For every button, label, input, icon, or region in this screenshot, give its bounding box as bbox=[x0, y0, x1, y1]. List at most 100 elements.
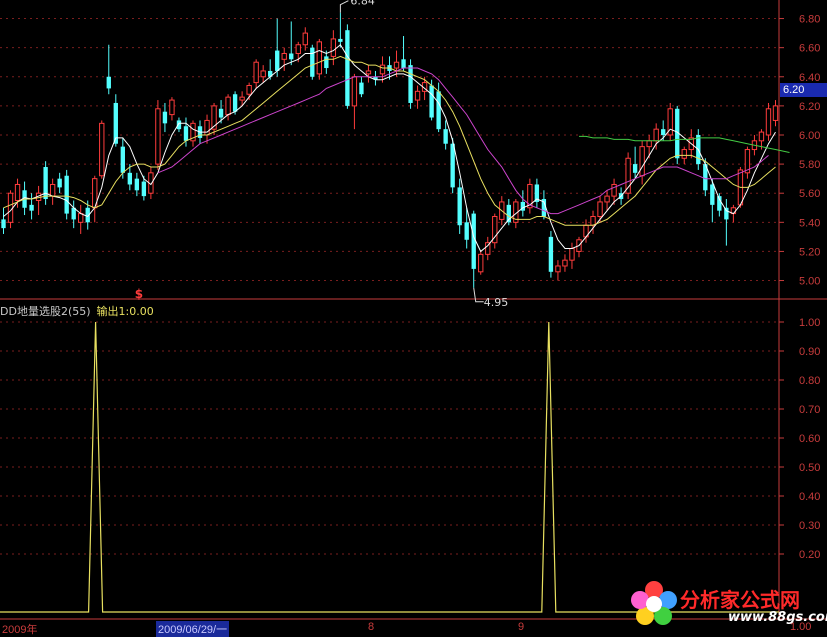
date-label-cursor[interactable]: 2009/06/29/一 bbox=[156, 621, 230, 637]
candle-body-up bbox=[78, 213, 84, 223]
candle-body-up bbox=[639, 146, 645, 177]
indicator-tick-label: 1.00 bbox=[799, 317, 820, 329]
candle-body-up bbox=[681, 149, 687, 159]
candle-body-up bbox=[169, 99, 175, 116]
price-tick-label: 6.80 bbox=[799, 14, 820, 26]
candle-body-down bbox=[408, 65, 413, 103]
price-tick-label: 5.40 bbox=[799, 217, 820, 229]
price-tick-label: 5.60 bbox=[799, 188, 820, 200]
candle-body-up bbox=[253, 61, 259, 84]
candle-body-up bbox=[765, 108, 772, 136]
site-logo: 分析家公式网 www.88gs.com bbox=[628, 578, 827, 630]
candle-body-down bbox=[548, 236, 554, 272]
indicator-tick-label: 0.90 bbox=[799, 346, 820, 358]
candle-body-down bbox=[436, 91, 441, 130]
candle-body-up bbox=[281, 52, 287, 60]
candle-body-down bbox=[289, 53, 294, 60]
price-tick-label: 5.80 bbox=[799, 159, 820, 171]
candle-body-up bbox=[590, 215, 596, 226]
date-label-8: 8 bbox=[368, 621, 375, 633]
signal-marker: $ bbox=[135, 287, 143, 301]
indicator-tick-label: 0.20 bbox=[799, 549, 820, 561]
candle-body-up bbox=[295, 44, 301, 54]
candle-body-down bbox=[176, 120, 182, 130]
price-tick-label: 6.20 bbox=[799, 101, 820, 113]
indicator-tick-label: 0.40 bbox=[799, 491, 820, 503]
candle-body-up bbox=[239, 96, 245, 101]
candle-body-down bbox=[632, 164, 638, 173]
flower-logo-icon bbox=[631, 581, 677, 625]
candle-body-down bbox=[127, 172, 133, 185]
candle-body-down bbox=[29, 204, 34, 211]
indicator-tick-label: 0.80 bbox=[799, 375, 820, 387]
candle-body-up bbox=[302, 32, 308, 46]
indicator-name: DD地量选股2(55) bbox=[0, 305, 91, 318]
high-marker-label: 6.84 bbox=[350, 0, 375, 8]
candle-body-up bbox=[478, 253, 484, 273]
price-tick-label: 6.40 bbox=[799, 72, 820, 84]
candle-body-up bbox=[7, 192, 14, 223]
candle-body-up bbox=[155, 108, 161, 165]
candle-body-up bbox=[49, 183, 56, 197]
logo-url: www.88gs.com bbox=[728, 610, 827, 625]
candle-body-down bbox=[57, 178, 62, 188]
candle-body-down bbox=[162, 111, 168, 124]
indicator-output: 输出1:0.00 bbox=[96, 305, 154, 318]
candle-body-up bbox=[569, 248, 575, 261]
candle-body-up bbox=[653, 128, 659, 142]
candle-body-down bbox=[457, 187, 462, 226]
candle-body-up bbox=[330, 38, 337, 57]
logo-text: 分析家公式网 bbox=[680, 588, 800, 612]
high-marker-arrow bbox=[339, 0, 349, 13]
candle-body-down bbox=[141, 181, 147, 197]
price-tick-label: 6.60 bbox=[799, 43, 820, 55]
candle-body-down bbox=[134, 178, 140, 191]
candle-body-up bbox=[555, 265, 561, 273]
candle-body-up bbox=[225, 96, 231, 116]
candle-body-down bbox=[710, 184, 715, 205]
indicator-tick-label: 0.30 bbox=[799, 520, 820, 532]
low-marker-label: 4.95 bbox=[484, 296, 509, 309]
indicator-tick-label: 0.50 bbox=[799, 462, 820, 474]
candle-body-up bbox=[99, 122, 105, 177]
candle-body-up bbox=[351, 76, 358, 107]
candle-body-up bbox=[646, 140, 652, 148]
candle-body-down bbox=[183, 126, 189, 141]
price-tick-label: 5.00 bbox=[799, 276, 820, 288]
candle-body-up bbox=[604, 195, 610, 203]
candle-body-down bbox=[724, 207, 729, 220]
candle-body-up bbox=[611, 183, 617, 197]
low-marker-arrow bbox=[473, 287, 484, 303]
candle-body-down bbox=[232, 94, 238, 112]
candle-body-up bbox=[365, 70, 372, 75]
indicator-tick-label: 0.70 bbox=[799, 404, 820, 416]
candle-body-down bbox=[661, 129, 666, 135]
date-label-year: 2009年 bbox=[2, 624, 38, 636]
candle-body-down bbox=[120, 146, 125, 173]
candle-body-up bbox=[393, 61, 400, 69]
indicator-title: DD地量选股2(55) 输出1:0.00 bbox=[0, 303, 154, 319]
candle-body-down bbox=[464, 222, 469, 240]
candle-body-down bbox=[106, 76, 111, 89]
candle-body-up bbox=[562, 259, 568, 267]
candle-body-down bbox=[338, 38, 343, 42]
candle-body-up bbox=[379, 64, 386, 75]
indicator-tick-label: 0.60 bbox=[799, 433, 820, 445]
current-price-tag: 6.20 bbox=[780, 83, 827, 97]
candle-body-down bbox=[443, 129, 448, 144]
candle-body-down bbox=[359, 82, 364, 95]
candle-body-down bbox=[324, 56, 329, 69]
candle-body-up bbox=[772, 105, 779, 121]
candle-body-down bbox=[401, 59, 406, 69]
price-tick-label: 5.20 bbox=[799, 246, 820, 258]
candle-body-down bbox=[218, 108, 224, 118]
candle-body-down bbox=[1, 219, 6, 229]
candle-body-up bbox=[246, 85, 252, 95]
candle-body-down bbox=[450, 143, 455, 188]
price-tick-label: 6.00 bbox=[799, 130, 820, 142]
indicator-line bbox=[0, 321, 779, 613]
candle-body-down bbox=[64, 175, 69, 214]
candle-body-down bbox=[429, 85, 434, 118]
candle-body-up bbox=[316, 41, 322, 75]
candle-body-down bbox=[345, 30, 350, 106]
